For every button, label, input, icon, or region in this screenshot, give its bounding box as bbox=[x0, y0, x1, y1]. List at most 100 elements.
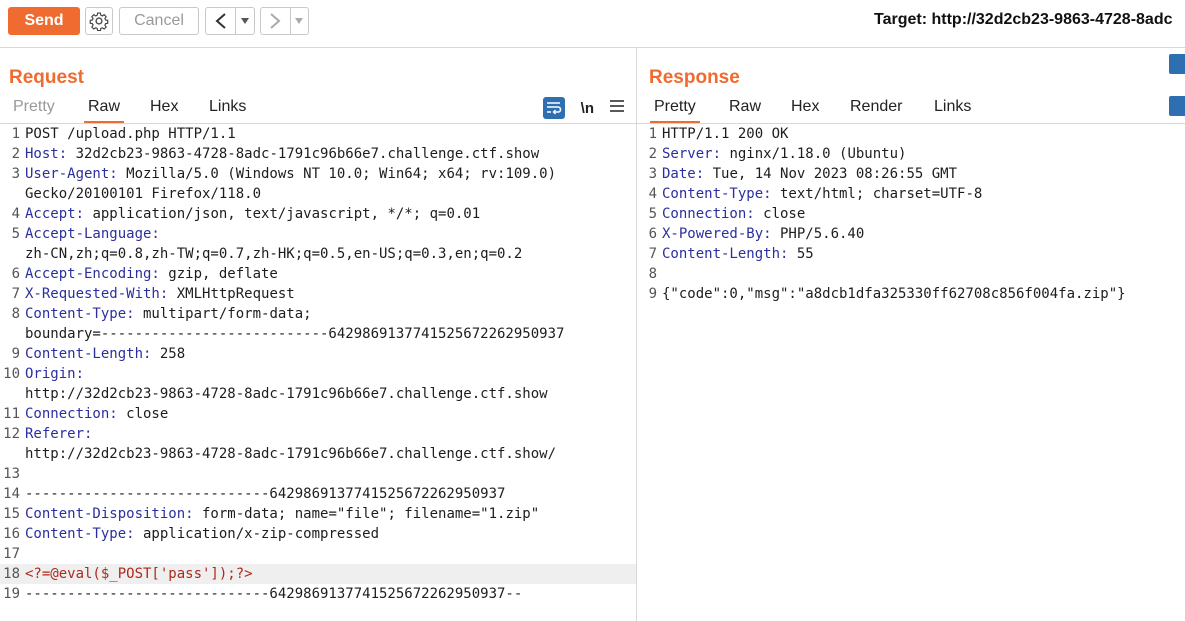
code-line: 5 Accept-Language: bbox=[0, 224, 636, 244]
header-name: Date: bbox=[662, 166, 705, 182]
line-value: Tue, 14 Nov 2023 08:26:55 GMT bbox=[704, 166, 958, 182]
response-tab-render[interactable]: Render bbox=[846, 98, 906, 123]
forward-button[interactable] bbox=[261, 8, 290, 34]
line-content: zh-CN,zh;q=0.8,zh-TW;q=0.7,zh-HK;q=0.5,e… bbox=[25, 244, 522, 264]
line-content: -----------------------------64298691377… bbox=[25, 484, 505, 504]
code-line: 3 Date: Tue, 14 Nov 2023 08:26:55 GMT bbox=[637, 164, 1185, 184]
caret-down-icon bbox=[295, 18, 304, 24]
line-value: 55 bbox=[788, 246, 814, 262]
header-name: X-Powered-By: bbox=[662, 226, 772, 242]
request-title: Request bbox=[9, 67, 84, 88]
history-back-group bbox=[205, 7, 255, 35]
code-line: 17 bbox=[0, 544, 636, 564]
code-line: 5 Connection: close bbox=[637, 204, 1185, 224]
header-name: Content-Type: bbox=[25, 306, 135, 322]
code-line: 7 X-Requested-With: XMLHttpRequest bbox=[0, 284, 636, 304]
response-tab-links[interactable]: Links bbox=[930, 98, 975, 123]
line-number: 2 bbox=[11, 146, 20, 162]
layout-toggle-icon[interactable] bbox=[1169, 54, 1185, 74]
code-line: 14 -----------------------------642986913… bbox=[0, 484, 636, 504]
request-tabs: Pretty Raw Hex Links \n bbox=[0, 96, 636, 124]
header-name: Connection: bbox=[662, 206, 755, 222]
code-line: 1 POST /upload.php HTTP/1.1 bbox=[0, 124, 636, 144]
menu-icon[interactable] bbox=[610, 99, 624, 117]
line-content: Date: Tue, 14 Nov 2023 08:26:55 GMT bbox=[662, 164, 957, 184]
line-value: close bbox=[754, 206, 806, 222]
code-line: 6 Accept-Encoding: gzip, deflate bbox=[0, 264, 636, 284]
forward-dropdown-button[interactable] bbox=[289, 8, 308, 34]
header-name: Server: bbox=[662, 146, 722, 162]
response-tab-raw[interactable]: Raw bbox=[725, 98, 765, 123]
line-value: close bbox=[117, 406, 169, 422]
code-line: 1 HTTP/1.1 200 OK bbox=[637, 124, 1185, 144]
settings-button[interactable] bbox=[85, 7, 113, 35]
code-line: 4 Content-Type: text/html; charset=UTF-8 bbox=[637, 184, 1185, 204]
line-content: Origin: bbox=[25, 364, 84, 384]
line-content: User-Agent: Mozilla/5.0 (Windows NT 10.0… bbox=[25, 164, 556, 184]
header-name: Content-Disposition: bbox=[25, 506, 194, 522]
header-name: X-Requested-With: bbox=[25, 286, 169, 302]
back-dropdown-button[interactable] bbox=[235, 8, 254, 34]
line-content: Gecko/20100101 Firefox/118.0 bbox=[25, 184, 261, 204]
line-value: Mozilla/5.0 (Windows NT 10.0; Win64; x64… bbox=[117, 166, 557, 182]
line-content: Content-Type: multipart/form-data; bbox=[25, 304, 312, 324]
line-content: http://32d2cb23-9863-4728-8adc-1791c96b6… bbox=[25, 384, 548, 404]
header-name: Accept: bbox=[25, 206, 85, 222]
code-line: 16 Content-Type: application/x-zip-compre… bbox=[0, 524, 636, 544]
header-name: Referer: bbox=[25, 426, 93, 442]
line-value: text/html; charset=UTF-8 bbox=[771, 186, 983, 202]
header-name: Connection: bbox=[25, 406, 118, 422]
request-tools: \n bbox=[542, 96, 624, 120]
request-tab-hex[interactable]: Hex bbox=[146, 98, 182, 123]
line-number: 11 bbox=[3, 406, 20, 422]
word-wrap-button[interactable] bbox=[1169, 96, 1185, 116]
line-number: 7 bbox=[11, 286, 20, 302]
back-button[interactable] bbox=[206, 8, 235, 34]
request-tab-links[interactable]: Links bbox=[205, 98, 250, 123]
line-number: 14 bbox=[3, 486, 20, 502]
line-number: 7 bbox=[648, 246, 657, 262]
line-content: {"code":0,"msg":"a8dcb1dfa325330ff62708c… bbox=[662, 284, 1126, 304]
code-line: 8 bbox=[637, 264, 1185, 284]
line-number: 5 bbox=[11, 226, 20, 242]
line-number: 1 bbox=[648, 126, 657, 142]
line-value: http://32d2cb23-9863-4728-8adc-1791c96b6… bbox=[25, 446, 557, 462]
line-content: Connection: close bbox=[662, 204, 805, 224]
line-content: Referer: bbox=[25, 424, 92, 444]
line-number: 19 bbox=[3, 586, 20, 602]
request-tab-pretty[interactable]: Pretty bbox=[9, 98, 59, 123]
line-number bbox=[0, 244, 25, 264]
target-url[interactable]: Target: http://32d2cb23-9863-4728-8adc bbox=[874, 11, 1172, 29]
send-button[interactable]: Send bbox=[8, 7, 80, 35]
response-title: Response bbox=[649, 67, 740, 88]
line-content: Accept-Encoding: gzip, deflate bbox=[25, 264, 278, 284]
line-value: Gecko/20100101 Firefox/118.0 bbox=[25, 186, 262, 202]
line-number: 8 bbox=[11, 306, 20, 322]
line-number: 18 bbox=[3, 566, 20, 582]
line-number: 9 bbox=[648, 286, 657, 302]
header-name: Content-Length: bbox=[25, 346, 152, 362]
header-name: Host: bbox=[25, 146, 68, 162]
chevron-right-icon bbox=[270, 13, 281, 29]
line-value: gzip, deflate bbox=[159, 266, 278, 282]
response-tab-pretty[interactable]: Pretty bbox=[650, 98, 700, 123]
response-tab-hex[interactable]: Hex bbox=[787, 98, 823, 123]
line-content: Host: 32d2cb23-9863-4728-8adc-1791c96b66… bbox=[25, 144, 539, 164]
code-line: Gecko/20100101 Firefox/118.0 bbox=[0, 184, 636, 204]
line-value: application/x-zip-compressed bbox=[134, 526, 380, 542]
history-forward-group bbox=[260, 7, 309, 35]
gear-icon bbox=[89, 12, 109, 31]
line-number: 2 bbox=[648, 146, 657, 162]
word-wrap-button[interactable] bbox=[542, 97, 565, 119]
cancel-button[interactable]: Cancel bbox=[119, 7, 199, 35]
response-editor[interactable]: 1 HTTP/1.1 200 OK 2 Server: nginx/1.18.0 (U… bbox=[637, 124, 1185, 621]
line-number bbox=[0, 184, 25, 204]
line-number: 4 bbox=[11, 206, 20, 222]
request-pane: Request Pretty Raw Hex Links \n 1 POST /u… bbox=[0, 48, 637, 621]
line-number bbox=[0, 384, 25, 404]
request-editor[interactable]: 1 POST /upload.php HTTP/1.1 2 Host: 32d2cb2… bbox=[0, 124, 636, 621]
header-name: Origin: bbox=[25, 366, 85, 382]
header-name: Accept-Language: bbox=[25, 226, 160, 242]
request-tab-raw[interactable]: Raw bbox=[84, 98, 125, 123]
show-newlines-button[interactable]: \n bbox=[581, 100, 594, 117]
